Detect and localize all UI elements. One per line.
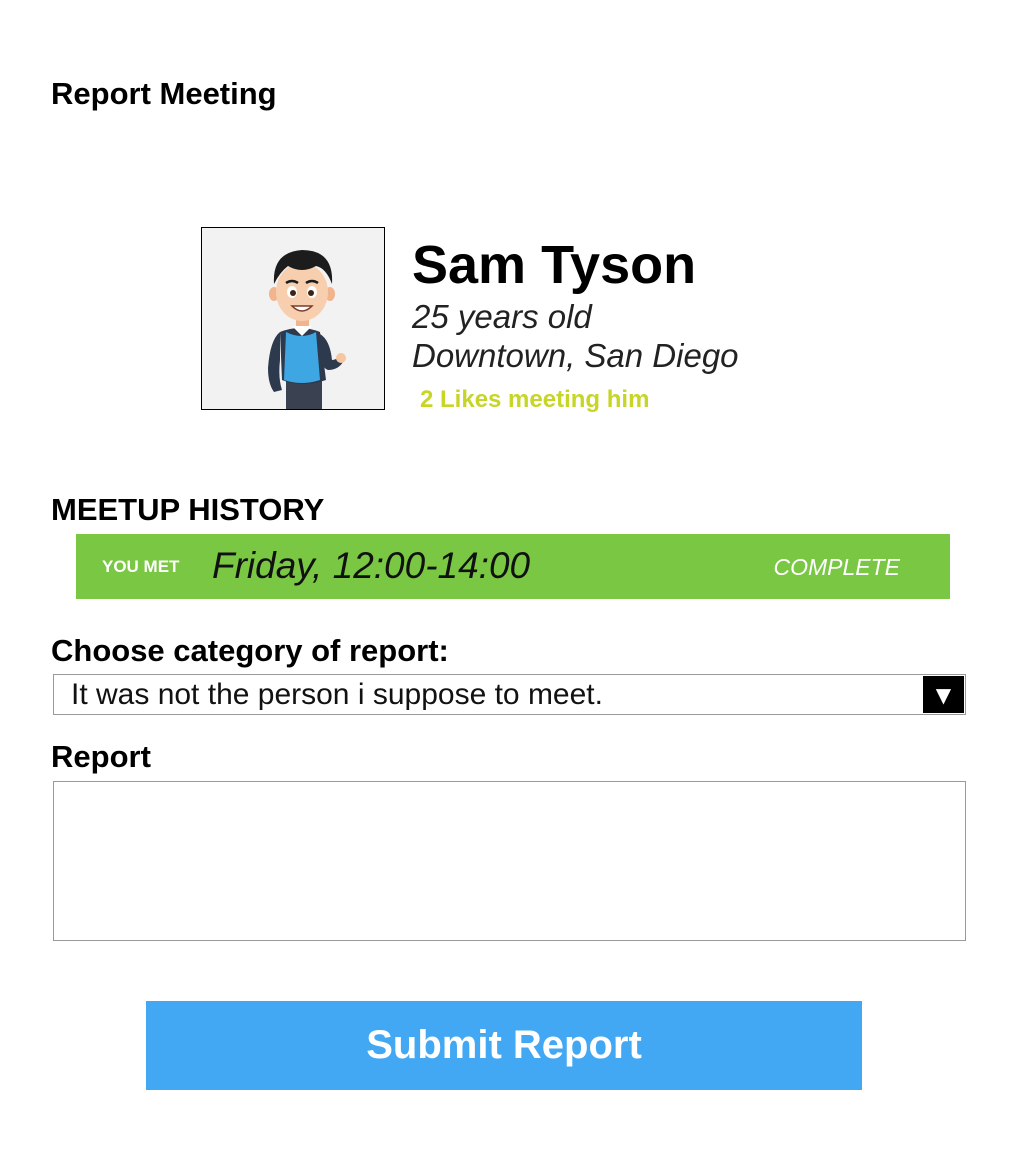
profile-name: Sam Tyson — [412, 235, 697, 295]
report-label: Report — [51, 739, 151, 774]
profile-likes: 2 Likes meeting him — [420, 386, 650, 413]
page-title: Report Meeting — [51, 76, 277, 111]
meetup-history-heading: MEETUP HISTORY — [51, 492, 325, 527]
report-textarea[interactable] — [53, 781, 966, 941]
cartoon-man-avatar-icon — [268, 250, 346, 409]
meetup-status: COMPLETE — [773, 554, 900, 580]
dropdown-arrow-icon[interactable]: ▼ — [923, 676, 964, 713]
avatar — [201, 227, 385, 410]
meetup-time: Friday, 12:00-14:00 — [212, 545, 531, 586]
report-category-label: Choose category of report: — [51, 633, 449, 668]
profile-age: 25 years old — [412, 298, 592, 335]
submit-report-button[interactable]: Submit Report — [146, 1001, 862, 1090]
profile-location: Downtown, San Diego — [412, 337, 739, 374]
meetup-history-entry[interactable]: YOU MET Friday, 12:00-14:00 COMPLETE — [76, 534, 950, 599]
meetup-label: YOU MET — [102, 557, 180, 576]
report-category-value: It was not the person i suppose to meet. — [71, 678, 603, 711]
report-category-select[interactable]: It was not the person i suppose to meet.… — [53, 674, 966, 715]
